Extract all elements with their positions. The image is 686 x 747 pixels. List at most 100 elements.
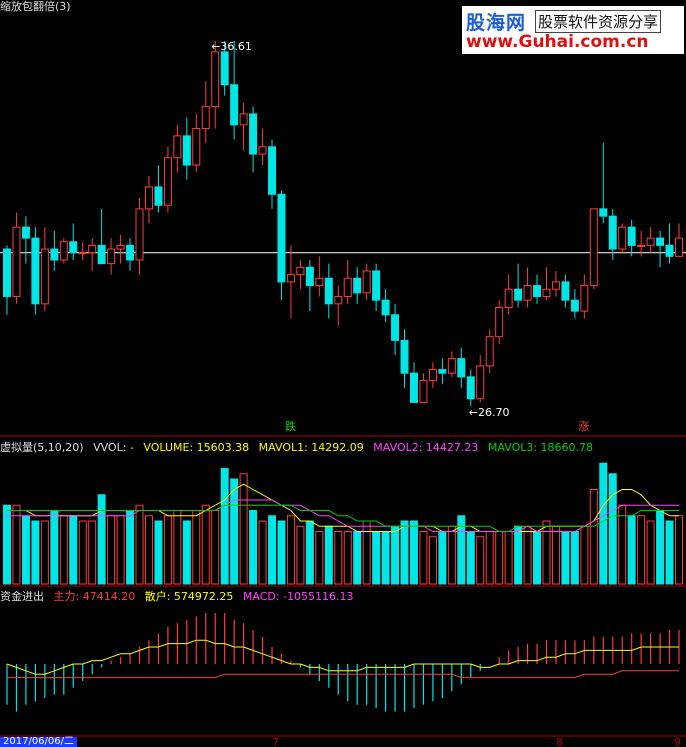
volume-bar (495, 531, 504, 585)
volume-bar (305, 520, 314, 585)
candle-body (211, 51, 220, 108)
logo-name: 股海网 (466, 12, 527, 34)
volume-bar (646, 520, 655, 585)
volume-bar (656, 510, 665, 585)
candle-body (258, 146, 267, 155)
volume-bar (286, 515, 295, 585)
candle-body (268, 146, 277, 195)
volume-bar (542, 520, 551, 585)
candle-body (305, 266, 314, 287)
candle-body (21, 226, 30, 239)
page-title: 缩放包翻倍(3) (0, 0, 71, 13)
candle-body (409, 372, 418, 403)
volume-bar (277, 520, 286, 585)
volume-panel (3, 462, 683, 585)
volume-bar (31, 520, 40, 585)
volume-bar (69, 515, 78, 585)
candle-body (561, 281, 570, 301)
candle-body (296, 266, 305, 276)
candle-body (514, 288, 523, 301)
fund-indicator-name: 资金进出 (0, 590, 44, 603)
candle-body (608, 215, 617, 250)
price-panel: ←36.61 ←26.70 跌 涨 (0, 40, 686, 433)
candle-body (182, 135, 191, 166)
volume-bar (514, 525, 523, 585)
volume-bar (163, 515, 172, 585)
volume-bar (391, 525, 400, 585)
candle-body (466, 376, 475, 400)
candle-body (627, 226, 636, 246)
candle-body (362, 270, 371, 294)
volume-bar (381, 531, 390, 585)
volume-bar (570, 531, 579, 585)
volume-bar (296, 525, 305, 585)
volume-bar (618, 504, 627, 585)
date-tick: 7 (272, 736, 279, 747)
candle-body (239, 113, 248, 126)
candle-body (59, 241, 68, 261)
volume-bar (627, 515, 636, 585)
volume-bar (126, 510, 135, 585)
candle-body (201, 106, 210, 130)
candle-body (343, 277, 352, 298)
main-force-line (6, 639, 679, 675)
candle-body (589, 208, 598, 287)
volume-bar (50, 510, 59, 585)
chart-canvas[interactable]: ←36.61 ←26.70 跌 涨 7 8 9 (0, 0, 686, 747)
volume-bar (239, 473, 248, 585)
candle-body (220, 51, 229, 86)
candle-body (249, 113, 258, 155)
volume-bar (476, 536, 485, 585)
volume-bar (466, 531, 475, 585)
candle-body (618, 226, 627, 250)
mavol1-value: MAVOL1: 14292.09 (258, 441, 364, 454)
low-price-label: ←26.70 (469, 406, 510, 419)
candle-body (78, 252, 87, 255)
site-logo: 股海网 股票软件资源分享 www.Guhai.com.cn (462, 6, 684, 54)
high-price-label: ←36.61 (211, 40, 252, 53)
candle-body (665, 244, 674, 257)
volume-bar (21, 515, 30, 585)
volume-bar (107, 515, 116, 585)
volume-bar (438, 531, 447, 585)
mavol2-value: MAVOL2: 14427.23 (373, 441, 479, 454)
candle-body (438, 369, 447, 374)
candle-body (315, 277, 324, 287)
candle-body (495, 306, 504, 338)
mavol3-value: MAVOL3: 18660.78 (487, 441, 594, 454)
vvol-label: VVOL: - (93, 441, 134, 454)
volume-bar (533, 531, 542, 585)
volume-bar (173, 510, 182, 585)
candle-body (163, 157, 172, 206)
candle-body (447, 358, 456, 374)
fund-legend: 资金进出 主力: 47414.20 散户: 574972.25 MACD: -1… (0, 588, 360, 603)
volume-value: VOLUME: 15603.38 (143, 441, 250, 454)
volume-bar (40, 520, 49, 585)
date-cursor-label: 2017/06/06/二 (0, 737, 78, 747)
candle-body (656, 237, 665, 246)
candle-body (3, 248, 11, 298)
volume-bar (561, 531, 570, 585)
candle-body (570, 299, 579, 312)
candle-body (324, 277, 333, 305)
volume-bar (230, 478, 239, 585)
macd-value: MACD: -1055116.13 (242, 590, 354, 603)
volume-bar (59, 515, 68, 585)
volume-bar (599, 462, 608, 585)
volume-bar (268, 515, 277, 585)
retail-line (7, 670, 679, 679)
candle-body (476, 365, 485, 400)
candle-body (334, 296, 343, 305)
candle-body (144, 186, 153, 210)
candle-body (646, 237, 655, 246)
volume-bar (485, 531, 494, 585)
volume-bar (372, 531, 381, 585)
candle-body (31, 237, 40, 305)
candle-body (372, 270, 381, 301)
volume-bar (551, 525, 560, 585)
candle-body (50, 248, 59, 261)
logo-url: www.Guhai.com.cn (466, 32, 649, 52)
candle-body (637, 244, 646, 247)
fund-panel (6, 613, 680, 712)
volume-bar (78, 520, 87, 585)
